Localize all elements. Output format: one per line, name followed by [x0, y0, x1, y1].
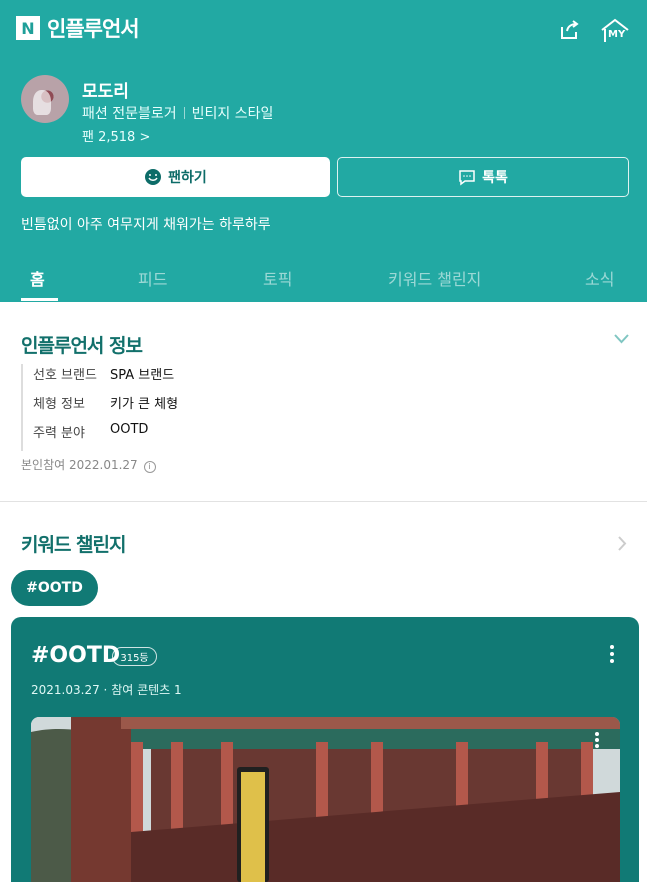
influencer-info-title: 인플루언서 정보 [21, 335, 143, 357]
chevron-down-icon[interactable] [614, 333, 629, 345]
info-label: 선호 브랜드 [33, 368, 97, 383]
profile-name: 모도리 [82, 82, 129, 102]
naver-logo-icon[interactable]: N [16, 16, 40, 40]
more-icon[interactable] [608, 645, 616, 663]
tab-feed[interactable]: 피드 [138, 266, 167, 290]
info-label: 체형 정보 [33, 397, 85, 412]
rank-badge: 315등 [112, 647, 157, 666]
info-row: 선호 브랜드 SPA 브랜드 [23, 364, 281, 393]
tab-keyword-challenge[interactable]: 키워드 챌린지 [388, 266, 481, 290]
info-icon[interactable]: i [143, 461, 156, 473]
tab-home[interactable]: 홈 [30, 266, 45, 290]
profile-tabs: 홈 피드 토픽 키워드 챌린지 소식 [0, 266, 647, 302]
keyword-challenge-title[interactable]: 키워드 챌린지 [21, 530, 126, 557]
section-divider [0, 501, 647, 502]
challenge-meta: 2021.03.27 · 참여 콘텐츠 1 [31, 681, 182, 698]
more-icon[interactable] [593, 732, 601, 750]
profile-category: 패션 전문블로거 [82, 106, 177, 122]
challenge-photo[interactable] [31, 717, 620, 882]
challenge-card-title[interactable]: #OOTD [31, 643, 120, 668]
info-row: 체형 정보 키가 큰 체형 [23, 393, 281, 422]
participation-count: 참여 콘텐츠 1 [111, 683, 182, 697]
info-label: 주력 분야 [33, 426, 85, 441]
smile-icon [145, 169, 162, 185]
brand-title[interactable]: 인플루언서 [47, 13, 140, 43]
chat-icon [459, 170, 475, 186]
tab-news[interactable]: 소식 [585, 266, 614, 290]
profile-role: 패션 전문블로거 빈티지 스타일 [82, 103, 273, 123]
challenge-date: 2021.03.27 [31, 683, 100, 697]
profile-style: 빈티지 스타일 [191, 106, 274, 122]
joined-date: 본인참여 2022.01.27 i [21, 456, 156, 473]
share-icon[interactable] [557, 18, 581, 42]
influencer-info-list: 선호 브랜드 SPA 브랜드 체형 정보 키가 큰 체형 주력 분야 OOTD [21, 364, 281, 451]
hashtag-pill[interactable]: #OOTD [11, 570, 98, 606]
tab-topic[interactable]: 토픽 [263, 266, 292, 290]
talk-button[interactable]: 톡톡 [337, 157, 629, 197]
fan-count-link[interactable]: 팬 2,518 > [82, 126, 150, 145]
profile-description: 빈틈없이 아주 여무지게 채워가는 하루하루 [21, 217, 271, 233]
chevron-right-icon[interactable] [617, 536, 627, 551]
info-value: SPA 브랜드 [110, 368, 175, 383]
fan-button-label: 팬하기 [168, 170, 207, 186]
info-value: OOTD [110, 422, 149, 437]
talk-button-label: 톡톡 [482, 170, 508, 186]
info-value: 키가 큰 체형 [110, 397, 179, 412]
meta-separator: · [103, 683, 108, 697]
fan-button[interactable]: 팬하기 [21, 157, 330, 197]
info-row: 주력 분야 OOTD [23, 422, 281, 451]
active-tab-indicator [21, 298, 58, 301]
temple-gate-image [31, 717, 620, 882]
profile-header: N 인플루언서 MY 모도리 패션 전문블로거 빈티지 스타일 팬 2,518 >… [0, 0, 647, 302]
my-label[interactable]: MY [608, 29, 625, 40]
role-divider [183, 107, 185, 119]
joined-date-text: 본인참여 2022.01.27 [21, 458, 138, 472]
avatar[interactable] [21, 75, 69, 123]
